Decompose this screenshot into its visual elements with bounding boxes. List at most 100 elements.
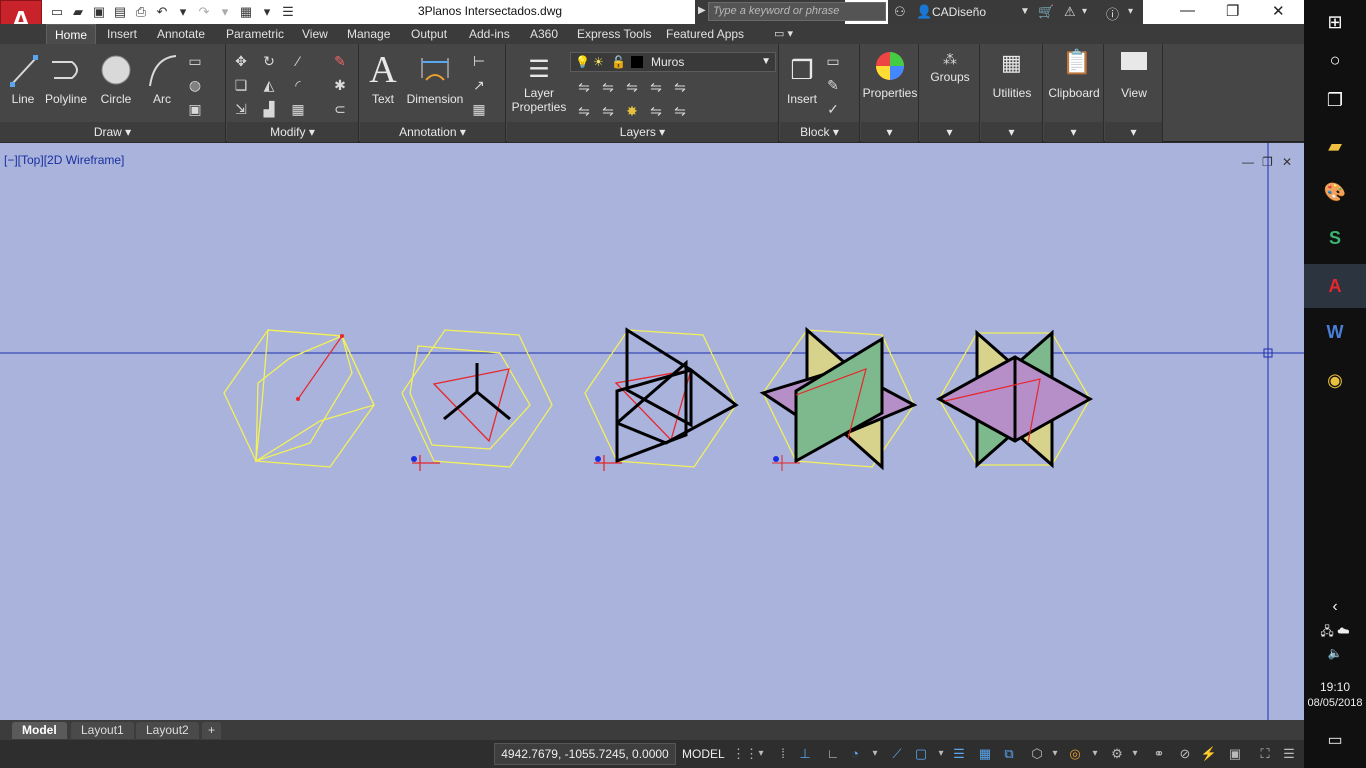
annotation-panel-title[interactable]: Annotation ▾ [360,122,505,142]
tab-insert[interactable]: Insert [107,27,137,41]
view-expand-icon[interactable]: ▾ [1105,122,1162,142]
autodesk-exchange-icon[interactable]: ⚠ [1064,4,1076,20]
offset-icon[interactable]: ⊂ [331,100,349,118]
user-name[interactable]: CADiseño [932,5,986,19]
explode-icon[interactable]: ✱ [331,76,349,94]
tab-express-tools[interactable]: Express Tools [577,27,651,41]
tab-add-ins[interactable]: Add-ins [469,27,510,41]
new-icon[interactable]: ▭ [48,3,66,20]
line-button[interactable]: Line [6,48,40,106]
workspace-dropdown-icon[interactable]: ▾ [258,3,276,20]
layer-tool-icon[interactable]: ⇋ [599,78,617,96]
transparency-icon[interactable]: ▦ [976,745,994,763]
drawing-canvas[interactable] [0,143,1304,720]
clock-date[interactable]: 08/05/2018 [1304,697,1366,709]
copy-icon[interactable]: ❏ [232,76,250,94]
chrome-icon[interactable]: ◉ [1304,358,1366,402]
undo-dropdown-icon[interactable]: ▾ [174,3,192,20]
save-as-icon[interactable]: ▤ [111,3,129,20]
ortho-icon[interactable]: ∟ [824,745,842,763]
trim-icon[interactable]: ⁄ [289,52,307,70]
isolate-icon[interactable]: ⊘ [1176,745,1194,763]
autocad-taskbar-icon[interactable]: A [1304,264,1366,308]
exchange-dropdown-icon[interactable]: ▾ [1082,6,1087,17]
sway-icon[interactable]: S [1304,216,1366,260]
plot-icon[interactable]: ▦ [237,3,255,20]
layer-tool-icon[interactable]: ⇋ [671,78,689,96]
layer-tool-icon[interactable]: ✸ [623,102,641,120]
cortana-icon[interactable]: ○ [1304,38,1366,82]
utilities-expand-icon[interactable]: ▾ [981,122,1042,142]
linear-dimension-icon[interactable]: ⊢ [470,52,488,70]
print-icon[interactable]: ⎙ [132,3,150,20]
tab-layout1[interactable]: Layout1 [71,722,134,739]
modify-panel-title[interactable]: Modify ▾ [227,122,358,142]
panel-properties[interactable]: Properties ▾ [861,44,919,142]
layer-tool-icon[interactable]: ⇋ [623,78,641,96]
model-space-button[interactable]: MODEL [678,743,729,765]
tab-output[interactable]: Output [411,27,447,41]
hatch-icon[interactable]: ◍ [186,76,204,94]
layer-tool-icon[interactable]: ⇋ [671,102,689,120]
gradient-icon[interactable]: ▣ [186,100,204,118]
rectangle-icon[interactable]: ▭ [186,52,204,70]
user-icon[interactable]: 👤 [916,4,932,20]
panel-utilities[interactable]: ▦ Utilities ▾ [981,44,1043,142]
tab-annotate[interactable]: Annotate [157,27,205,41]
ucs-dropdown-icon[interactable]: ▾ [1086,745,1104,763]
scale-icon[interactable]: ▟ [260,100,278,118]
layer-properties-button[interactable]: ☰ Layer Properties [509,48,569,114]
mirror-icon[interactable]: ◭ [260,76,278,94]
tab-home[interactable]: Home [46,24,97,45]
polar-tracking-icon[interactable]: ◔ [846,745,864,763]
tab-model[interactable]: Model [12,722,67,739]
grid-icon[interactable]: ⋮⋮ [732,745,758,763]
rotate-icon[interactable]: ↻ [260,52,278,70]
save-icon[interactable]: ▣ [90,3,108,20]
tray-expand-icon[interactable]: ‹ [1304,598,1366,616]
close-button[interactable]: ✕ [1272,2,1285,20]
customization-menu-icon[interactable]: ☰ [1280,745,1298,763]
add-layout-icon[interactable]: + [202,722,222,739]
create-block-icon[interactable]: ▭ [824,52,842,70]
polyline-button[interactable]: Polyline [42,48,90,106]
layers-panel-title[interactable]: Layers ▾ [507,122,778,142]
tab-view[interactable]: View [302,27,328,41]
block-attributes-icon[interactable]: ✓ [824,100,842,118]
binoculars-icon[interactable]: ⚇ [894,4,906,20]
ribbon-minimize-icon[interactable]: ▭ ▾ [774,27,793,40]
tab-featured-apps[interactable]: Featured Apps [666,27,744,41]
word-icon[interactable]: W [1304,310,1366,354]
task-view-icon[interactable]: ❐ [1304,78,1366,122]
redo-icon[interactable]: ↷ [195,3,213,20]
tab-parametric[interactable]: Parametric [226,27,284,41]
undo-icon[interactable]: ↶ [153,3,171,20]
selection-cycling-icon[interactable]: ⧉ [1000,745,1018,763]
circle-button[interactable]: Circle [96,48,136,106]
3d-osnap-dropdown-icon[interactable]: ▾ [1046,745,1064,763]
minimize-button[interactable]: — [1180,2,1195,19]
figure-2[interactable] [401,329,553,471]
panel-clipboard[interactable]: 📋 Clipboard ▾ [1044,44,1104,142]
array-icon[interactable]: ▦ [289,100,307,118]
erase-icon[interactable]: ✎ [331,52,349,70]
annotation-scale-icon[interactable]: ⚭ [1150,745,1168,763]
draw-panel-title[interactable]: Draw ▾ [0,122,225,142]
open-icon[interactable]: ▰ [69,3,87,20]
figure-4[interactable] [759,326,918,471]
insert-button[interactable]: ❒ Insert [784,48,820,106]
search-expand-icon[interactable]: ▶ [698,5,706,16]
hardware-acceleration-icon[interactable]: ⚡ [1200,745,1218,763]
groups-expand-icon[interactable]: ▾ [920,122,979,142]
layer-dropdown[interactable]: 💡 ☀ 🔓 Muros ▼ [570,52,776,72]
panel-groups[interactable]: ⁂ Groups ▾ [920,44,980,142]
figure-3[interactable] [584,327,739,471]
text-button[interactable]: A Text [366,48,400,106]
gear-dropdown-icon[interactable]: ▾ [1126,745,1144,763]
file-explorer-icon[interactable]: ▰ [1304,124,1366,168]
layer-tool-icon[interactable]: ⇋ [647,102,665,120]
gear-icon[interactable]: ⚙ [1108,745,1126,763]
grid-dropdown-icon[interactable]: ▾ [752,745,770,763]
arc-button[interactable]: Arc [144,48,180,106]
help-icon[interactable]: ⓘ [1106,4,1119,23]
